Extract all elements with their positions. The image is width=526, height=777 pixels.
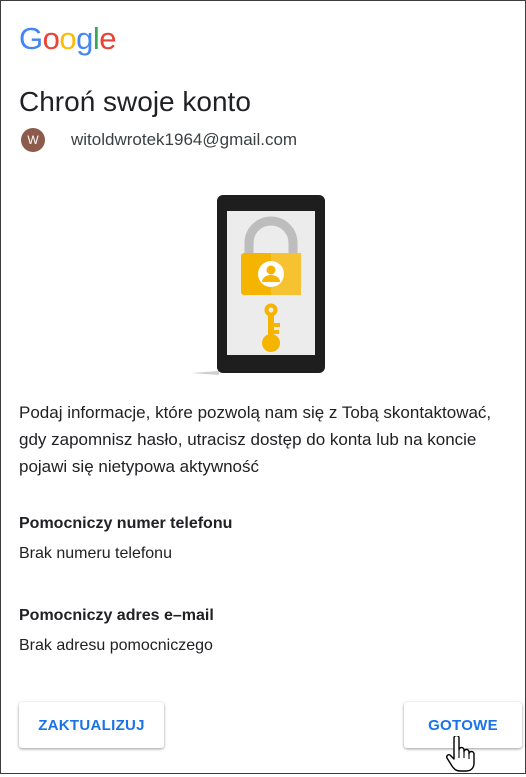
account-chip: W witoldwrotek1964@gmail.com bbox=[21, 128, 297, 152]
logo-letter-g2: g bbox=[76, 21, 93, 56]
account-email: witoldwrotek1964@gmail.com bbox=[71, 130, 298, 149]
logo-letter-o2: o bbox=[59, 21, 77, 56]
logo-letter-g1: G bbox=[19, 21, 43, 56]
recovery-phone-value: Brak numeru telefonu bbox=[19, 545, 172, 562]
description-text: Podaj informacje, które pozwolą nam się … bbox=[19, 403, 492, 476]
google-logo: Google bbox=[19, 21, 117, 56]
protect-account-dialog: Google Chroń swoje konto W witoldwrotek1… bbox=[0, 0, 526, 774]
recovery-phone-label: Pomocniczy numer telefonu bbox=[19, 515, 233, 532]
logo-letter-e: e bbox=[99, 21, 117, 56]
logo-letter-o1: o bbox=[42, 21, 60, 56]
avatar: W bbox=[21, 128, 45, 152]
hand-pointer-icon bbox=[445, 734, 475, 772]
phone-lock-key-icon bbox=[191, 191, 331, 381]
page-title: Chroń swoje konto bbox=[19, 86, 251, 117]
update-button[interactable]: ZAKTUALIZUJ bbox=[19, 702, 164, 748]
recovery-email-value: Brak adresu pomocniczego bbox=[19, 637, 213, 654]
recovery-email-label: Pomocniczy adres e–mail bbox=[19, 607, 214, 624]
